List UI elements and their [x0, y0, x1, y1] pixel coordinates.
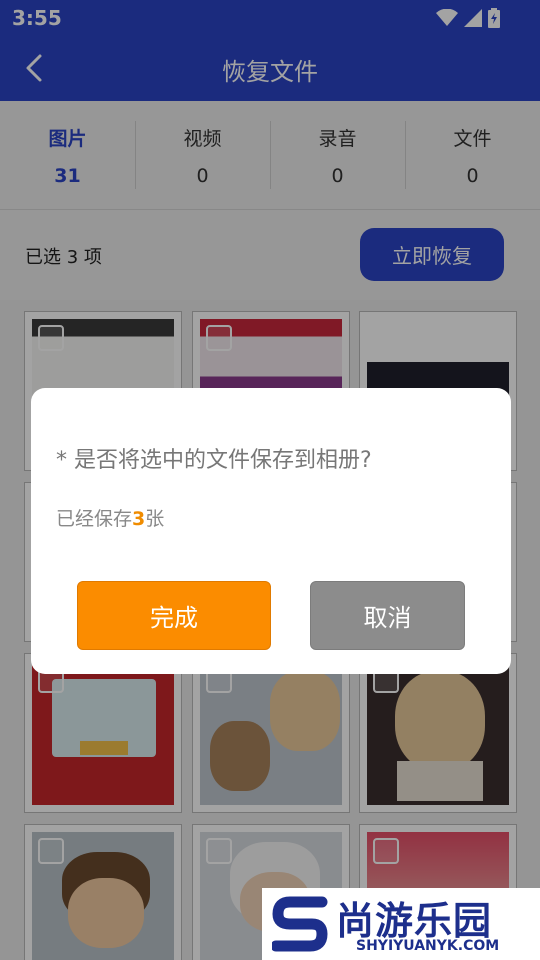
dialog-question: * 是否将选中的文件保存到相册? — [56, 448, 372, 473]
cancel-button[interactable]: 取消 — [310, 581, 465, 650]
saved-prefix: 已经保存 — [56, 508, 133, 530]
watermark-brand-en: SHYIYUANYK.COM — [356, 938, 500, 954]
done-button[interactable]: 完成 — [77, 581, 271, 650]
saved-status: 已经保存3张 — [56, 504, 164, 531]
logo-s-icon — [272, 896, 328, 952]
saved-count: 3 — [132, 508, 146, 530]
watermark-brand-cn: 尚游乐园 — [336, 899, 493, 943]
watermark-logo: 尚游乐园 SHYIYUANYK.COM — [262, 888, 540, 960]
save-dialog: * 是否将选中的文件保存到相册? 已经保存3张 完成 取消 — [31, 388, 511, 674]
saved-suffix: 张 — [145, 508, 165, 530]
